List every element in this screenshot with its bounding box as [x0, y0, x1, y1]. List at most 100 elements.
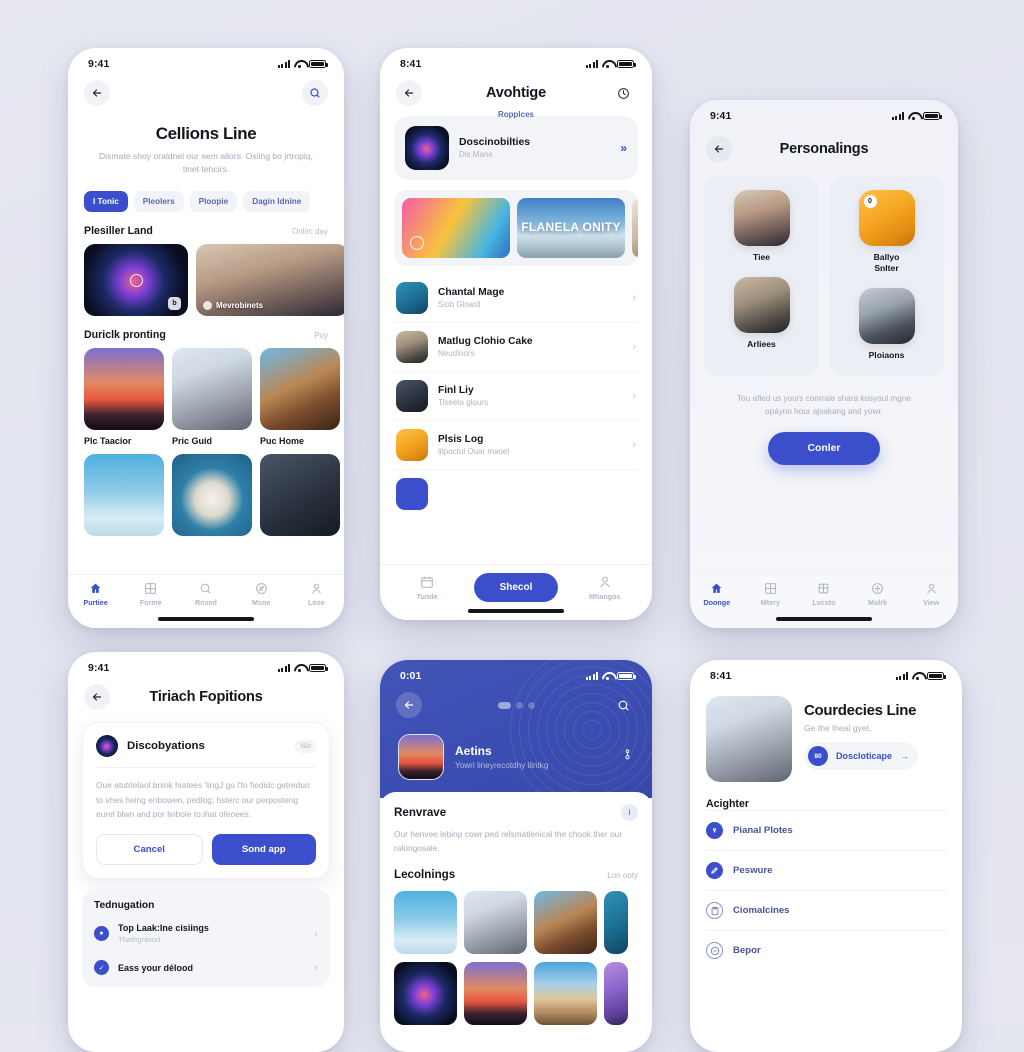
- banner-carousel[interactable]: FLANELA ONITY: [394, 190, 638, 266]
- tab-explore[interactable]: Molrk: [858, 582, 898, 607]
- signal-icon: [277, 60, 290, 68]
- tile-item[interactable]: [172, 453, 252, 536]
- gallery-item[interactable]: [604, 961, 628, 1025]
- grid-icon: [764, 583, 776, 594]
- profile-action-pill[interactable]: 80 Doscloticape →: [804, 742, 919, 770]
- persona-name: Ploiaons: [868, 350, 905, 361]
- phone-screen-aetins: 0:01 Aetins Yowri lineyrecotdhy lilntkg …: [380, 660, 652, 1052]
- card-label: Mevrobinets: [216, 300, 264, 310]
- section-header-2: Duriclk pronting Poy: [68, 316, 344, 348]
- info-icon[interactable]: i: [621, 804, 638, 821]
- search-icon[interactable]: [610, 692, 636, 718]
- menu-item[interactable]: Pianal Plotes: [706, 810, 946, 850]
- list-item[interactable]: [394, 470, 638, 518]
- panel-item-title: Eass your délood: [118, 962, 194, 973]
- section-action[interactable]: Lon ooty: [607, 871, 638, 880]
- filter-pill-0[interactable]: I Tonic: [84, 190, 128, 212]
- home-icon: [90, 583, 101, 593]
- gallery-item[interactable]: [534, 961, 597, 1025]
- persona-item[interactable]: Ploiaons: [837, 288, 936, 361]
- tab-label: Doonge: [703, 598, 731, 607]
- status-time: 8:41: [400, 58, 422, 70]
- gallery-item[interactable]: [394, 961, 457, 1025]
- tab-profile[interactable]: Mhangos: [585, 575, 625, 601]
- persona-card-right: 0 Ballyo Snlter Ploiaons: [829, 176, 944, 376]
- profile-name: Courdecies Line: [804, 702, 917, 719]
- banner-item[interactable]: FLANELA ONITY: [517, 198, 625, 258]
- back-button[interactable]: [84, 684, 110, 710]
- promo-arrow-icon[interactable]: »: [620, 141, 627, 155]
- persona-item[interactable]: 0 Ballyo Snlter: [837, 190, 936, 274]
- hero-header: 0:01 Aetins Yowri lineyrecotdhy lilntkg: [380, 660, 652, 798]
- gallery-row-1[interactable]: [394, 890, 638, 954]
- tab-search[interactable]: Rnsed: [186, 582, 226, 607]
- menu-item[interactable]: Peswure: [706, 850, 946, 890]
- menu-item[interactable]: Ciomalcines: [706, 890, 946, 930]
- card-badge: b: [168, 296, 181, 310]
- compass-icon: [706, 822, 723, 839]
- menu-label: Peswure: [733, 865, 773, 876]
- tab-calendar[interactable]: Tunde: [407, 575, 447, 601]
- tab-home[interactable]: Doonge: [697, 582, 737, 607]
- tile-item[interactable]: Puc Home: [260, 347, 340, 446]
- share-icon[interactable]: [621, 748, 634, 766]
- gallery-item[interactable]: [464, 961, 527, 1025]
- tab-grid[interactable]: Mtery: [750, 582, 790, 607]
- back-button[interactable]: [396, 692, 422, 718]
- tab-home[interactable]: Purtiee: [76, 582, 116, 607]
- tab-window[interactable]: Lvcsto: [804, 582, 844, 607]
- persona-name: Arliees: [747, 339, 776, 350]
- featured-row[interactable]: b Mevrobinets: [68, 243, 344, 316]
- dialog-body: Oue atutrlelaol bnlok hiatees 'lingJ go …: [96, 780, 310, 820]
- filter-pill-1[interactable]: Pleolers: [133, 190, 184, 212]
- page-dots[interactable]: [430, 701, 602, 709]
- tab-profile[interactable]: Lose: [296, 582, 336, 607]
- promo-thumb: [405, 126, 449, 170]
- persona-item[interactable]: Arliees: [712, 277, 811, 350]
- back-button[interactable]: [706, 136, 732, 162]
- back-button[interactable]: [396, 80, 422, 106]
- banner-item[interactable]: [402, 198, 510, 258]
- search-icon[interactable]: [302, 80, 328, 106]
- panel-list-item[interactable]: ✓ Eass your délood ›: [94, 952, 318, 983]
- filter-pill-3[interactable]: Dagin Idnine: [243, 190, 311, 212]
- list-item[interactable]: Plsis Log litpoctul Ouar maoel ›: [394, 421, 638, 470]
- tile-item[interactable]: [84, 453, 164, 536]
- section-action[interactable]: Onlirc day: [292, 227, 328, 236]
- section-action[interactable]: Poy: [314, 331, 328, 340]
- chevron-right-icon: ›: [314, 927, 318, 940]
- sheet-body: Our henvee lebinp cowr ped relsmatlenica…: [394, 829, 623, 854]
- confirm-button[interactable]: Sond app: [211, 834, 316, 866]
- list-item[interactable]: Chantal Mage Siob Gloard ›: [394, 274, 638, 323]
- battery-icon: [309, 59, 328, 69]
- cancel-button[interactable]: Cancel: [96, 834, 203, 866]
- featured-card[interactable]: b: [84, 243, 188, 316]
- gallery-item[interactable]: [534, 890, 597, 954]
- list-item[interactable]: Matlug Clohio Cake Neudloors ›: [394, 323, 638, 372]
- page-title: Tiriach Fopitions: [149, 689, 263, 705]
- list-item[interactable]: Finl Liy Tiseeta glours ›: [394, 372, 638, 421]
- person-icon: [312, 583, 321, 594]
- menu-item[interactable]: Bepor: [706, 930, 946, 970]
- back-button[interactable]: [84, 80, 110, 106]
- tile-item[interactable]: [260, 453, 340, 536]
- persona-item[interactable]: Tiee: [712, 190, 811, 263]
- list-avatar: [396, 380, 428, 412]
- tile-item[interactable]: Plc Taacior: [84, 347, 164, 446]
- banner-item[interactable]: [632, 198, 638, 258]
- gallery-item[interactable]: [464, 890, 527, 954]
- tab-profile[interactable]: View: [911, 582, 951, 607]
- gallery-item[interactable]: [604, 890, 628, 954]
- primary-cta-button[interactable]: Shecol: [473, 573, 559, 602]
- gallery-item[interactable]: [394, 890, 457, 954]
- tile-item[interactable]: Pric Guid: [172, 347, 252, 446]
- promo-card[interactable]: Ropplces Doscinobilties Dis Mane »: [394, 110, 638, 180]
- filter-pill-2[interactable]: Ploopie: [189, 190, 238, 212]
- history-icon[interactable]: [610, 80, 636, 106]
- gallery-row-2[interactable]: [394, 961, 638, 1025]
- tab-explore[interactable]: Msne: [241, 582, 281, 607]
- confirm-button[interactable]: Conler: [767, 431, 881, 465]
- featured-card[interactable]: Mevrobinets: [196, 243, 344, 316]
- tab-forms[interactable]: Forme: [131, 582, 171, 607]
- panel-list-item[interactable]: ● Top Laak:Ine cisiings Thathgnbiod ›: [94, 915, 318, 952]
